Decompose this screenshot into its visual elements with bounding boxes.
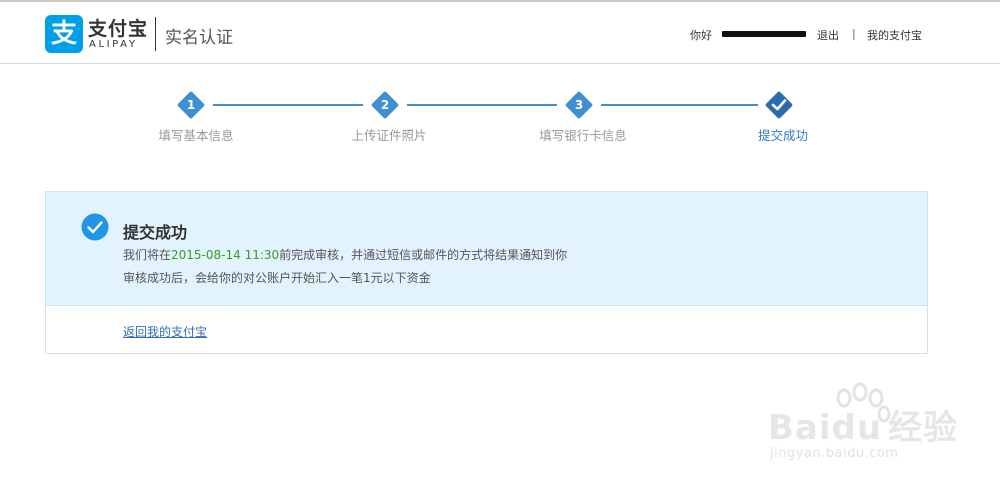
review-prefix: 我们将在	[123, 248, 172, 262]
step-3-number: 3	[574, 98, 584, 112]
review-suffix: 前完成审核，并通过短信或邮件的方式将结果通知到你	[279, 248, 568, 262]
header: 支 支付宝 ALIPAY 实名认证 你好 退出 | 我的支付宝	[0, 2, 1000, 64]
alipay-logo-icon[interactable]: 支	[45, 15, 83, 53]
check-icon	[771, 99, 787, 111]
watermark-brand: Baidu 经验	[768, 400, 958, 449]
watermark-jingyan: 经验	[888, 408, 959, 448]
page-title: 实名认证	[165, 28, 233, 48]
step-connector	[407, 104, 557, 106]
watermark-du: du	[831, 408, 883, 448]
success-check-icon	[81, 213, 109, 241]
logo-divider	[155, 17, 156, 51]
step-3-label: 填写银行卡信息	[539, 128, 627, 143]
step-1-number: 1	[186, 98, 196, 112]
review-deadline: 2015-08-14 11:30	[171, 248, 280, 262]
result-deposit-message: 审核成功后，会给你的对公账户开始汇入一笔1元以下资金	[123, 271, 431, 285]
watermark-url: jingyan.baidu.com	[770, 446, 899, 461]
my-alipay-link[interactable]: 我的支付宝	[867, 27, 922, 43]
result-message-box: 提交成功 我们将在2015-08-14 11:30前完成审核，并通过短信或邮件的…	[46, 192, 927, 306]
result-review-message: 我们将在2015-08-14 11:30前完成审核，并通过短信或邮件的方式将结果…	[123, 246, 567, 263]
watermark-bai: Bai	[768, 408, 832, 448]
nav-separator: |	[852, 27, 856, 40]
return-my-alipay-link[interactable]: 返回我的支付宝	[123, 323, 207, 340]
logo-glyph: 支	[50, 19, 77, 49]
step-connector	[601, 104, 758, 106]
logout-link[interactable]: 退出	[817, 27, 839, 43]
step-2-number: 2	[380, 98, 390, 112]
logo-name-cn: 支付宝	[88, 18, 149, 40]
step-2-label: 上传证件照片	[351, 128, 427, 143]
logo-name-en: ALIPAY	[89, 39, 138, 50]
result-title: 提交成功	[123, 223, 188, 242]
result-panel: 提交成功 我们将在2015-08-14 11:30前完成审核，并通过短信或邮件的…	[45, 191, 928, 354]
greeting-text: 你好	[690, 29, 712, 42]
step-connector	[213, 104, 363, 106]
step-4-label: 提交成功	[757, 128, 809, 143]
redacted-username	[722, 31, 806, 37]
step-1-label: 填写基本信息	[158, 128, 234, 143]
